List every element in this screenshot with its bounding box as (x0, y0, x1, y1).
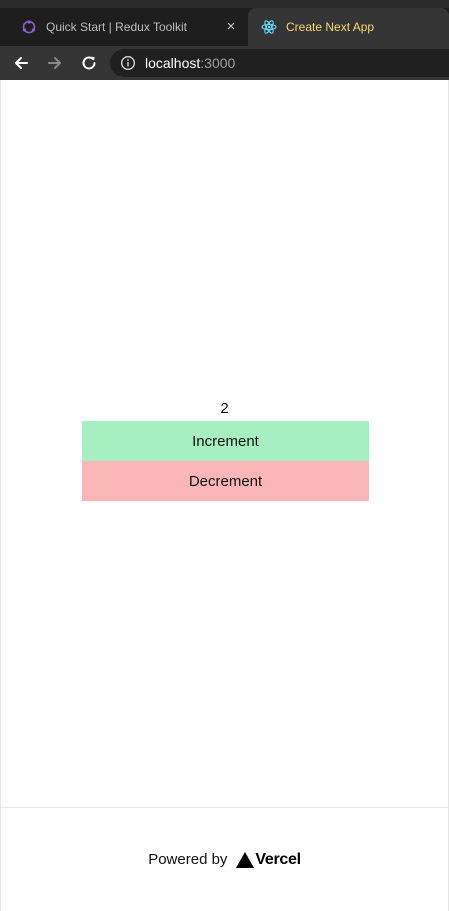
forward-button[interactable] (42, 50, 68, 76)
counter-main: 2 Increment Decrement (1, 80, 448, 807)
close-tab-button[interactable]: × (222, 18, 240, 36)
react-icon (260, 18, 278, 36)
arrow-left-icon (15, 57, 28, 69)
tabstrip-top-edge (0, 0, 449, 8)
counter-value: 2 (220, 400, 229, 417)
tab-redux-toolkit[interactable]: Quick Start | Redux Toolkit × (0, 8, 248, 46)
page-footer: Powered by Vercel (1, 807, 448, 911)
address-bar[interactable]: localhost :3000 (110, 49, 449, 77)
page-viewport: 2 Increment Decrement Powered by Vercel (0, 80, 449, 911)
vercel-wordmark: Vercel (255, 850, 301, 868)
info-icon[interactable] (120, 55, 136, 71)
decrement-button[interactable]: Decrement (82, 461, 369, 501)
tab-title: Quick Start | Redux Toolkit (46, 20, 187, 34)
tab-create-next-app[interactable]: Create Next App (248, 8, 449, 46)
tab-title: Create Next App (286, 20, 375, 34)
increment-button[interactable]: Increment (82, 421, 369, 461)
vercel-triangle-icon (236, 851, 255, 868)
browser-toolbar: localhost :3000 (0, 46, 449, 80)
reload-icon (82, 56, 96, 70)
address-port: :3000 (200, 55, 236, 71)
vercel-link[interactable]: Powered by Vercel (148, 851, 301, 869)
reload-button[interactable] (76, 50, 102, 76)
browser-tabstrip: Quick Start | Redux Toolkit × Create Nex… (0, 0, 449, 46)
redux-icon (20, 18, 38, 36)
arrow-right-icon (48, 57, 61, 69)
back-button[interactable] (8, 50, 34, 76)
powered-by-text: Powered by (148, 851, 228, 868)
address-host: localhost (145, 55, 201, 71)
vercel-logo: Vercel (236, 850, 301, 869)
